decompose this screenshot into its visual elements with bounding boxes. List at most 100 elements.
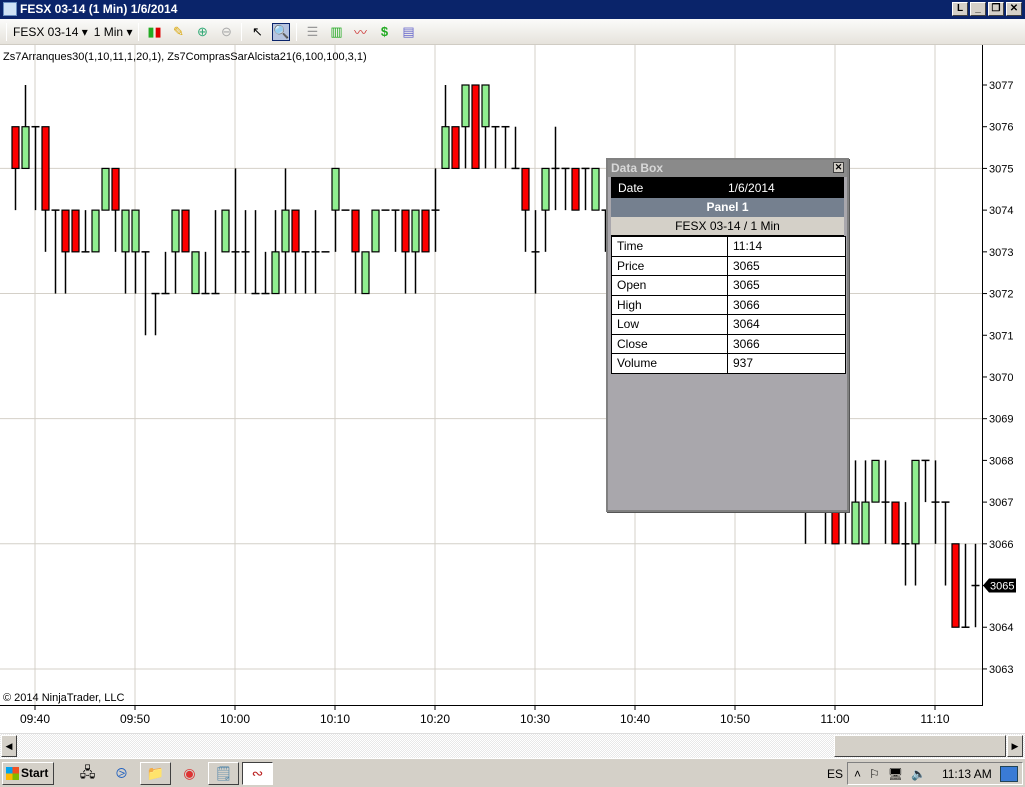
toolbar-grip [6, 22, 7, 41]
data-box-titlebar[interactable]: Data Box ✕ [608, 160, 847, 177]
candle-up [371, 209, 380, 253]
close-button[interactable]: ✕ [1006, 2, 1022, 16]
row-label: Price [611, 255, 728, 276]
chrome-icon[interactable]: ◉ [174, 762, 205, 785]
drawing-pencil-icon[interactable]: ✎ [169, 23, 187, 41]
data-box-close-button[interactable]: ✕ [833, 162, 844, 173]
zoom-in-icon[interactable]: ⊕ [193, 23, 211, 41]
candle-up [21, 126, 30, 170]
y-tick-label: 3068 [989, 455, 1013, 467]
candle-down [951, 543, 960, 628]
candle-up [911, 459, 920, 545]
network-icon[interactable]: 🖥 [888, 767, 903, 781]
system-tray: ˄ ⚐ 🖥 🔈 11:13 AM [847, 762, 1023, 785]
data-box-row: Close 3066 [611, 333, 846, 354]
x-tick-label: 11:00 [820, 712, 850, 726]
window-title: FESX 03-14 (1 Min) 1/6/2014 [20, 2, 178, 16]
magnifier-icon[interactable]: 🔍 [272, 22, 291, 41]
scroll-right-button[interactable]: ▶ [1007, 735, 1023, 757]
language-indicator[interactable]: ES [827, 767, 843, 781]
indicator-labels: Zs7Arranques30(1,10,11,1,20,1), Zs7Compr… [3, 51, 367, 63]
windows-logo-icon [6, 767, 19, 780]
scroll-thumb[interactable] [834, 735, 1006, 757]
instrument-selector[interactable]: FESX 03-14 ▾ [13, 25, 88, 39]
y-tick-label: 3074 [989, 205, 1013, 217]
y-tick-label: 3067 [989, 497, 1013, 509]
candle-up [851, 501, 860, 545]
y-tick-label: 3077 [989, 80, 1013, 92]
candle-up [441, 126, 450, 170]
panel-header: Panel 1 [611, 198, 844, 217]
dollar-icon[interactable]: $ [375, 23, 393, 41]
data-box-icon[interactable]: ▤ [399, 23, 417, 41]
candle-up [361, 251, 370, 295]
instrument-header: FESX 03-14 / 1 Min [611, 217, 844, 236]
strategies-icon[interactable]: ☰ [303, 23, 321, 41]
row-value: 3065 [727, 255, 846, 276]
date-label: Date [618, 180, 644, 195]
instrument-label: FESX 03-14 [13, 24, 79, 39]
chart-properties-icon[interactable]: 〰 [351, 23, 369, 41]
show-hidden-icons-icon[interactable]: ˄ [854, 767, 861, 781]
candle-up [331, 167, 340, 211]
candle-down [891, 501, 900, 545]
data-box-title: Data Box [611, 161, 664, 175]
start-button[interactable]: Start [2, 762, 54, 785]
price-chart[interactable]: 3077 3076 3075 3074 3073 3072 3071 3070 3069 3068… [0, 45, 1025, 733]
show-desktop-icon[interactable] [999, 765, 1018, 782]
candle-up [121, 209, 130, 253]
data-box-row: High 3066 [611, 294, 846, 315]
x-tick-label: 10:20 [419, 712, 451, 726]
notepad-icon[interactable]: 🗒 [208, 762, 239, 785]
candle-down [181, 209, 190, 253]
volume-icon[interactable]: 🔈 [911, 767, 926, 781]
explorer-icon[interactable]: 📁 [140, 762, 171, 785]
minimize-button[interactable]: _ [970, 2, 986, 16]
y-tick-label: 3072 [989, 289, 1013, 301]
clock[interactable]: 11:13 AM [942, 767, 992, 781]
y-tick-label: 3069 [989, 414, 1013, 426]
ninjatrader-icon[interactable]: ∾ [242, 762, 273, 785]
bar-type-icon[interactable]: ▮ ▮ [145, 23, 163, 41]
indicators-icon[interactable]: ▥ [327, 23, 345, 41]
server-manager-icon[interactable]: 🖧 [72, 762, 103, 785]
copyright: © 2014 NinjaTrader, LLC [3, 692, 125, 704]
data-box-row: Time 11:14 [611, 236, 846, 257]
y-tick-label: 3071 [989, 330, 1013, 342]
powershell-icon[interactable]: ⧁ [106, 762, 137, 785]
chart-app-icon [3, 2, 17, 16]
candle-down [401, 209, 410, 253]
interval-selector[interactable]: 1 Min ▾ [94, 25, 133, 39]
x-tick-label: 10:30 [519, 712, 551, 726]
candle-down [11, 126, 20, 170]
data-box-row: Low 3064 [611, 314, 846, 335]
link-button[interactable]: L [952, 2, 968, 16]
data-box-window[interactable]: Data Box ✕ Date 1/6/2014 Panel 1 FESX 03-… [606, 158, 849, 512]
candle-up [91, 209, 100, 253]
row-value: 3066 [727, 294, 846, 315]
row-label: Volume [611, 353, 728, 374]
cursor-icon[interactable]: ↖ [248, 23, 266, 41]
toolbar-separator [241, 22, 243, 41]
candle-down [291, 209, 300, 253]
restore-button[interactable]: ❐ [988, 2, 1004, 16]
y-tick-label: 3066 [989, 539, 1013, 551]
y-tick-label: 3064 [989, 622, 1013, 634]
candle-down [521, 167, 530, 211]
candle-up [481, 84, 490, 128]
candle-up [871, 459, 880, 503]
x-tick-label: 09:40 [19, 712, 51, 726]
candle-down [571, 167, 580, 211]
x-tick-label: 10:00 [219, 712, 251, 726]
horizontal-scrollbar[interactable]: ◀ ▶ [0, 733, 1025, 758]
x-tick-label: 10:50 [719, 712, 751, 726]
action-center-flag-icon[interactable]: ⚐ [869, 767, 880, 781]
candle-down [71, 209, 80, 253]
y-tick-label: 3075 [989, 163, 1013, 175]
scroll-left-button[interactable]: ◀ [1, 735, 17, 757]
zoom-out-icon[interactable]: ⊖ [217, 23, 235, 41]
row-label: Low [611, 314, 728, 335]
start-label: Start [21, 766, 49, 780]
candle-down [351, 209, 360, 253]
candle-up [591, 167, 600, 211]
